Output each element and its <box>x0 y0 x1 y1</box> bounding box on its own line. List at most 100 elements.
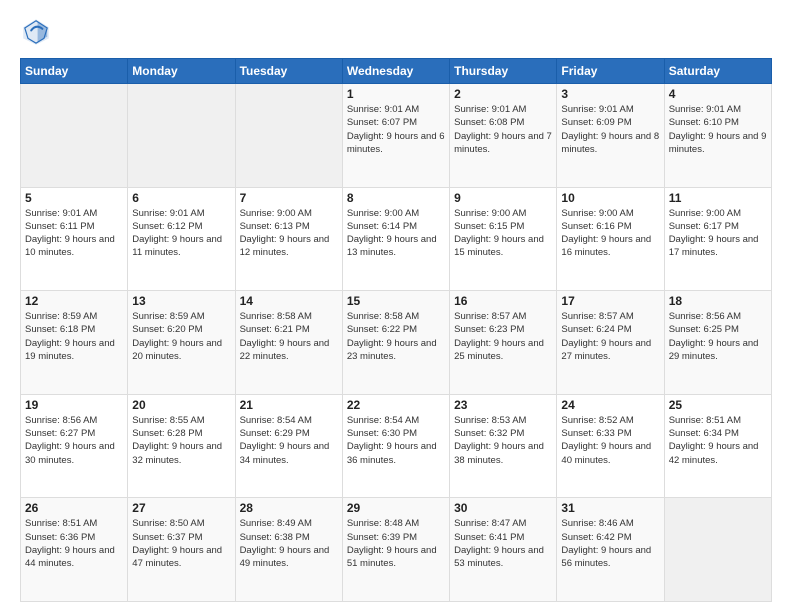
day-number: 1 <box>347 87 445 101</box>
calendar-cell <box>664 498 771 602</box>
day-info: Sunrise: 9:01 AM Sunset: 6:12 PM Dayligh… <box>132 207 230 260</box>
calendar-cell: 6Sunrise: 9:01 AM Sunset: 6:12 PM Daylig… <box>128 187 235 291</box>
day-number: 5 <box>25 191 123 205</box>
calendar-cell: 28 Sunrise: 8:49 AM Sunset: 6:38 PM Dayli… <box>235 498 342 602</box>
calendar-cell: 9 Sunrise: 9:00 AM Sunset: 6:15 PM Daylig… <box>450 187 557 291</box>
day-number: 3 <box>561 87 659 101</box>
day-number: 15 <box>347 294 445 308</box>
calendar-cell: 3 Sunrise: 9:01 AM Sunset: 6:09 PM Daylig… <box>557 84 664 188</box>
logo <box>20 16 56 48</box>
calendar-cell: 19 Sunrise: 8:56 AM Sunset: 6:27 PM Dayli… <box>21 394 128 498</box>
day-number: 24 <box>561 398 659 412</box>
day-number: 29 <box>347 501 445 515</box>
day-info: Sunrise: 9:00 AM Sunset: 6:13 PM Dayligh… <box>240 207 338 260</box>
calendar-cell: 26 Sunrise: 8:51 AM Sunset: 6:36 PM Dayli… <box>21 498 128 602</box>
day-info: Sunrise: 8:46 AM Sunset: 6:42 PM Dayligh… <box>561 517 659 570</box>
calendar-header-row: SundayMondayTuesdayWednesdayThursdayFrid… <box>21 59 772 84</box>
day-info: Sunrise: 8:51 AM Sunset: 6:34 PM Dayligh… <box>669 414 767 467</box>
day-info: Sunrise: 8:59 AM Sunset: 6:18 PM Dayligh… <box>25 310 123 363</box>
day-info: Sunrise: 8:54 AM Sunset: 6:29 PM Dayligh… <box>240 414 338 467</box>
calendar-cell: 24 Sunrise: 8:52 AM Sunset: 6:33 PM Dayli… <box>557 394 664 498</box>
day-info: Sunrise: 8:58 AM Sunset: 6:22 PM Dayligh… <box>347 310 445 363</box>
day-number: 27 <box>132 501 230 515</box>
calendar-cell: 17 Sunrise: 8:57 AM Sunset: 6:24 PM Dayli… <box>557 291 664 395</box>
day-number: 13 <box>132 294 230 308</box>
day-number: 17 <box>561 294 659 308</box>
day-number: 19 <box>25 398 123 412</box>
day-info: Sunrise: 9:01 AM Sunset: 6:10 PM Dayligh… <box>669 103 767 156</box>
calendar-cell: 22 Sunrise: 8:54 AM Sunset: 6:30 PM Dayli… <box>342 394 449 498</box>
calendar-header-monday: Monday <box>128 59 235 84</box>
day-number: 21 <box>240 398 338 412</box>
day-number: 16 <box>454 294 552 308</box>
calendar-cell: 31 Sunrise: 8:46 AM Sunset: 6:42 PM Dayli… <box>557 498 664 602</box>
day-info: Sunrise: 8:51 AM Sunset: 6:36 PM Dayligh… <box>25 517 123 570</box>
page: SundayMondayTuesdayWednesdayThursdayFrid… <box>0 0 792 612</box>
calendar-cell: 7 Sunrise: 9:00 AM Sunset: 6:13 PM Daylig… <box>235 187 342 291</box>
day-info: Sunrise: 9:01 AM Sunset: 6:07 PM Dayligh… <box>347 103 445 156</box>
calendar-cell: 18 Sunrise: 8:56 AM Sunset: 6:25 PM Dayli… <box>664 291 771 395</box>
day-number: 20 <box>132 398 230 412</box>
day-info: Sunrise: 8:47 AM Sunset: 6:41 PM Dayligh… <box>454 517 552 570</box>
day-number: 8 <box>347 191 445 205</box>
day-number: 31 <box>561 501 659 515</box>
calendar-cell <box>235 84 342 188</box>
calendar-cell: 13 Sunrise: 8:59 AM Sunset: 6:20 PM Dayli… <box>128 291 235 395</box>
day-info: Sunrise: 9:01 AM Sunset: 6:09 PM Dayligh… <box>561 103 659 156</box>
day-info: Sunrise: 8:59 AM Sunset: 6:20 PM Dayligh… <box>132 310 230 363</box>
day-info: Sunrise: 9:00 AM Sunset: 6:14 PM Dayligh… <box>347 207 445 260</box>
calendar-cell: 16 Sunrise: 8:57 AM Sunset: 6:23 PM Dayli… <box>450 291 557 395</box>
day-info: Sunrise: 9:01 AM Sunset: 6:08 PM Dayligh… <box>454 103 552 156</box>
calendar-cell: 4Sunrise: 9:01 AM Sunset: 6:10 PM Daylig… <box>664 84 771 188</box>
day-info: Sunrise: 8:58 AM Sunset: 6:21 PM Dayligh… <box>240 310 338 363</box>
day-info: Sunrise: 8:56 AM Sunset: 6:27 PM Dayligh… <box>25 414 123 467</box>
day-number: 30 <box>454 501 552 515</box>
calendar-cell: 12 Sunrise: 8:59 AM Sunset: 6:18 PM Dayli… <box>21 291 128 395</box>
day-info: Sunrise: 8:48 AM Sunset: 6:39 PM Dayligh… <box>347 517 445 570</box>
calendar-cell: 30 Sunrise: 8:47 AM Sunset: 6:41 PM Dayli… <box>450 498 557 602</box>
day-number: 28 <box>240 501 338 515</box>
day-info: Sunrise: 8:57 AM Sunset: 6:23 PM Dayligh… <box>454 310 552 363</box>
calendar-cell <box>128 84 235 188</box>
calendar-cell <box>21 84 128 188</box>
day-number: 9 <box>454 191 552 205</box>
calendar: SundayMondayTuesdayWednesdayThursdayFrid… <box>20 58 772 602</box>
calendar-week-4: 19 Sunrise: 8:56 AM Sunset: 6:27 PM Dayli… <box>21 394 772 498</box>
day-number: 25 <box>669 398 767 412</box>
calendar-cell: 23Sunrise: 8:53 AM Sunset: 6:32 PM Dayli… <box>450 394 557 498</box>
calendar-cell: 20Sunrise: 8:55 AM Sunset: 6:28 PM Dayli… <box>128 394 235 498</box>
calendar-cell: 29 Sunrise: 8:48 AM Sunset: 6:39 PM Dayli… <box>342 498 449 602</box>
day-info: Sunrise: 8:54 AM Sunset: 6:30 PM Dayligh… <box>347 414 445 467</box>
calendar-header-friday: Friday <box>557 59 664 84</box>
day-info: Sunrise: 9:00 AM Sunset: 6:16 PM Dayligh… <box>561 207 659 260</box>
calendar-cell: 11Sunrise: 9:00 AM Sunset: 6:17 PM Dayli… <box>664 187 771 291</box>
day-number: 7 <box>240 191 338 205</box>
day-number: 22 <box>347 398 445 412</box>
calendar-cell: 27Sunrise: 8:50 AM Sunset: 6:37 PM Dayli… <box>128 498 235 602</box>
calendar-header-wednesday: Wednesday <box>342 59 449 84</box>
day-info: Sunrise: 8:57 AM Sunset: 6:24 PM Dayligh… <box>561 310 659 363</box>
day-number: 10 <box>561 191 659 205</box>
calendar-cell: 2 Sunrise: 9:01 AM Sunset: 6:08 PM Daylig… <box>450 84 557 188</box>
day-number: 18 <box>669 294 767 308</box>
calendar-cell: 25 Sunrise: 8:51 AM Sunset: 6:34 PM Dayli… <box>664 394 771 498</box>
day-number: 14 <box>240 294 338 308</box>
day-info: Sunrise: 9:00 AM Sunset: 6:17 PM Dayligh… <box>669 207 767 260</box>
day-info: Sunrise: 9:00 AM Sunset: 6:15 PM Dayligh… <box>454 207 552 260</box>
day-number: 23 <box>454 398 552 412</box>
header <box>20 16 772 48</box>
day-info: Sunrise: 8:56 AM Sunset: 6:25 PM Dayligh… <box>669 310 767 363</box>
day-number: 12 <box>25 294 123 308</box>
day-info: Sunrise: 9:01 AM Sunset: 6:11 PM Dayligh… <box>25 207 123 260</box>
calendar-header-saturday: Saturday <box>664 59 771 84</box>
day-number: 2 <box>454 87 552 101</box>
calendar-cell: 1 Sunrise: 9:01 AM Sunset: 6:07 PM Daylig… <box>342 84 449 188</box>
calendar-cell: 15 Sunrise: 8:58 AM Sunset: 6:22 PM Dayli… <box>342 291 449 395</box>
day-info: Sunrise: 8:49 AM Sunset: 6:38 PM Dayligh… <box>240 517 338 570</box>
logo-icon <box>20 16 52 48</box>
day-info: Sunrise: 8:52 AM Sunset: 6:33 PM Dayligh… <box>561 414 659 467</box>
calendar-cell: 10 Sunrise: 9:00 AM Sunset: 6:16 PM Dayli… <box>557 187 664 291</box>
day-number: 26 <box>25 501 123 515</box>
calendar-header-sunday: Sunday <box>21 59 128 84</box>
calendar-header-thursday: Thursday <box>450 59 557 84</box>
